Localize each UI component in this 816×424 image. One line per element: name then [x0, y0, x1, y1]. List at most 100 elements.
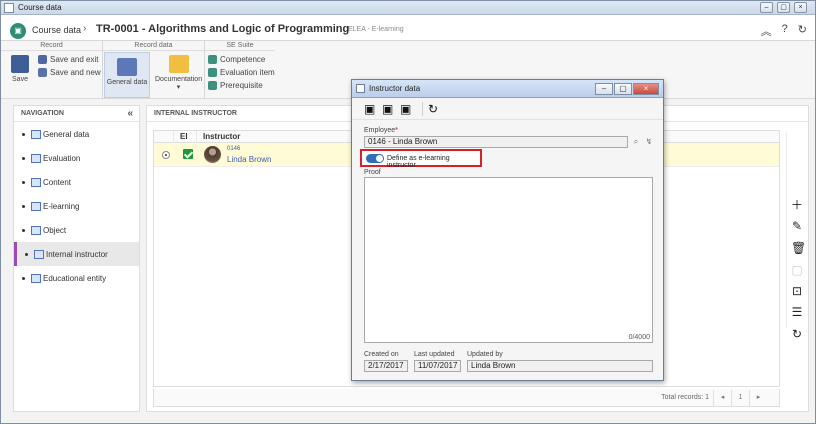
employee-label: Employee* [364, 127, 398, 134]
save-and-new-icon[interactable]: ▣ [400, 103, 411, 115]
dialog-icon [356, 84, 365, 93]
evaluation-item-button[interactable]: Evaluation item [208, 68, 275, 77]
general-data-button[interactable]: General data [104, 52, 150, 98]
employee-field[interactable]: 0146 - Linda Brown [364, 136, 628, 148]
nav-item-educational-entity[interactable]: Educational entity [14, 266, 139, 290]
save-and-new-button[interactable]: Save and new [38, 68, 101, 77]
window-titlebar: Course data – ▢ × [1, 1, 815, 15]
collapse-icon[interactable]: ︽ [761, 23, 772, 39]
el-checkbox [183, 149, 193, 159]
view-icon[interactable]: ⊡ [791, 285, 803, 297]
refresh-list-icon[interactable]: ↻ [791, 328, 803, 340]
save-exit-icon [38, 55, 47, 64]
prerequisite-button[interactable]: Prerequisite [208, 81, 263, 90]
close-window-button[interactable]: × [794, 2, 807, 13]
created-on-field: 2/17/2017 [364, 360, 408, 372]
navigation-panel: NAVIGATION « General data Evaluation Con… [13, 105, 140, 412]
nav-item-general-data[interactable]: General data [14, 122, 139, 146]
nav-item-internal-instructor[interactable]: Internal instructor [14, 242, 139, 266]
floppy-disk-icon [11, 55, 29, 73]
save-new-icon [38, 68, 47, 77]
breadcrumb[interactable]: Course data [32, 25, 81, 35]
collapse-navigation-icon[interactable]: « [127, 106, 133, 122]
general-data-icon [31, 129, 41, 139]
competence-icon [208, 55, 217, 64]
row-selection-radio[interactable] [162, 151, 170, 159]
dialog-title: Instructor data [369, 84, 421, 93]
save-and-exit-icon[interactable]: ▣ [382, 103, 393, 115]
record-group-title: Record [1, 41, 102, 51]
instructor-name: Linda Brown [227, 155, 272, 164]
application-window: Course data – ▢ × ▣ Course data › TR-000… [0, 0, 816, 424]
refresh-icon[interactable]: ↻ [428, 103, 438, 115]
save-and-exit-button[interactable]: Save and exit [38, 55, 98, 64]
content-icon [31, 177, 41, 187]
document-icon: ▢ [791, 263, 803, 277]
updated-by-label: Updated by [467, 351, 503, 358]
previous-page-button[interactable]: ◂ [713, 390, 731, 406]
instructor-code: 0146 [227, 146, 241, 152]
pagination-bar: Total records: 1 ◂ 1 ▸ [153, 389, 780, 407]
competence-button[interactable]: Competence [208, 55, 265, 64]
record-data-group-title: Record data [103, 41, 204, 51]
instructor-icon [34, 249, 44, 259]
list-icon[interactable]: ☰ [791, 306, 803, 318]
dialog-close-button[interactable]: × [633, 83, 659, 95]
updated-by-field: Linda Brown [467, 360, 653, 372]
documentation-button[interactable]: Documentation ▾ [155, 55, 202, 91]
dialog-maximize-button[interactable]: ▢ [614, 83, 632, 95]
nav-item-object[interactable]: Object [14, 218, 139, 242]
last-updated-field: 11/07/2017 [414, 360, 461, 372]
highlighted-toggle-area: Define as e-learning instructor [360, 149, 482, 169]
next-page-button[interactable]: ▸ [749, 390, 767, 406]
dialog-titlebar: Instructor data – ▢ × [352, 80, 663, 98]
record-data-group: Record data General data Documentation ▾ [103, 41, 205, 99]
search-icon[interactable]: ⌕ [631, 137, 641, 147]
object-icon [31, 225, 41, 235]
page-tag: ELEA - E-learning [348, 26, 404, 33]
dialog-minimize-button[interactable]: – [595, 83, 613, 95]
nav-item-evaluation[interactable]: Evaluation [14, 146, 139, 170]
e-learning-icon [31, 201, 41, 211]
instructor-data-dialog: Instructor data – ▢ × ▣ ▣ ▣ ↻ Employee* … [351, 79, 664, 381]
prerequisite-icon [208, 81, 217, 90]
total-records: Total records: 1 [661, 394, 709, 401]
page-number[interactable]: 1 [731, 390, 749, 406]
se-suite-group-title: SE Suite [205, 41, 275, 51]
general-data-icon [117, 58, 137, 76]
required-indicator: * [395, 127, 398, 134]
breadcrumb-separator: › [83, 23, 87, 34]
dialog-toolbar: ▣ ▣ ▣ ↻ [352, 98, 663, 120]
course-icon: ▣ [10, 23, 26, 39]
minimize-button[interactable]: – [760, 2, 773, 13]
maximize-button[interactable]: ▢ [777, 2, 790, 13]
proof-label: Proof [364, 169, 381, 176]
created-on-label: Created on [364, 351, 399, 358]
proof-textarea[interactable]: 0/4000 [364, 177, 653, 343]
refresh-icon[interactable]: ↻ [798, 23, 807, 39]
nav-item-content[interactable]: Content [14, 170, 139, 194]
toggle-label: Define as e-learning instructor [387, 155, 450, 169]
save-button[interactable]: Save [11, 55, 29, 83]
toolbar-separator [422, 102, 423, 116]
el-column-header[interactable]: El [174, 131, 197, 143]
educational-entity-icon [31, 273, 41, 283]
clear-icon[interactable]: ↯ [644, 137, 654, 147]
add-icon[interactable]: ＋ [791, 199, 803, 211]
help-icon[interactable]: ? [782, 23, 788, 39]
navigation-title: NAVIGATION « [14, 106, 139, 122]
action-sidebar: ＋ ✎ 🗑 ▢ ⊡ ☰ ↻ [786, 132, 806, 340]
page-title: TR-0001 - Algorithms and Logic of Progra… [96, 23, 350, 35]
window-title: Course data [18, 3, 62, 12]
edit-icon[interactable]: ✎ [791, 220, 803, 232]
e-learning-instructor-toggle[interactable] [366, 154, 384, 163]
last-updated-label: Last updated [414, 351, 455, 358]
se-suite-group: SE Suite Competence Evaluation item Prer… [205, 41, 275, 99]
documentation-folder-icon [168, 55, 189, 73]
documentation-dropdown-icon: ▾ [176, 84, 181, 91]
record-group: Record Save Save and exit Save and new [1, 41, 103, 99]
delete-icon[interactable]: 🗑 [791, 242, 806, 254]
nav-item-e-learning[interactable]: E-learning [14, 194, 139, 218]
save-icon[interactable]: ▣ [364, 103, 375, 115]
page-header: ▣ Course data › TR-0001 - Algorithms and… [1, 15, 815, 41]
